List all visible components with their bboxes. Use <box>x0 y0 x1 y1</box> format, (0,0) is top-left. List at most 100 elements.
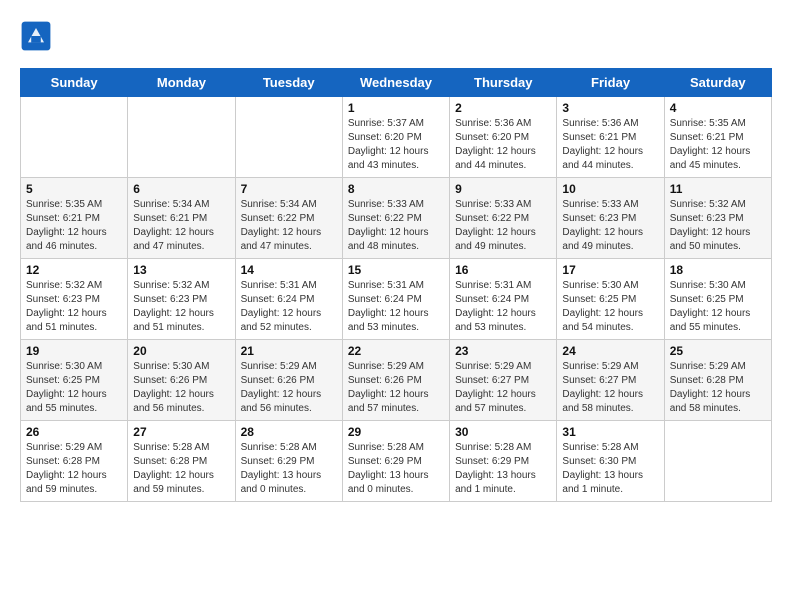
column-header-tuesday: Tuesday <box>235 69 342 97</box>
calendar-cell: 29 Sunrise: 5:28 AMSunset: 6:29 PMDayligh… <box>342 421 449 502</box>
logo <box>20 20 56 52</box>
calendar-cell: 17 Sunrise: 5:30 AMSunset: 6:25 PMDayligh… <box>557 259 664 340</box>
column-header-thursday: Thursday <box>450 69 557 97</box>
calendar-cell: 2 Sunrise: 5:36 AMSunset: 6:20 PMDaylight… <box>450 97 557 178</box>
day-info: Sunrise: 5:34 AMSunset: 6:21 PMDaylight:… <box>133 198 229 254</box>
column-header-friday: Friday <box>557 69 664 97</box>
day-info: Sunrise: 5:29 AMSunset: 6:28 PMDaylight:… <box>670 360 766 416</box>
day-number: 12 <box>26 263 122 277</box>
week-row-4: 26 Sunrise: 5:29 AMSunset: 6:28 PMDayligh… <box>21 421 772 502</box>
column-header-wednesday: Wednesday <box>342 69 449 97</box>
day-number: 22 <box>348 344 444 358</box>
day-info: Sunrise: 5:35 AMSunset: 6:21 PMDaylight:… <box>26 198 122 254</box>
week-row-3: 19Sunrise: 5:30 AMSunset: 6:25 PMDayligh… <box>21 340 772 421</box>
day-number: 9 <box>455 182 551 196</box>
day-info: Sunrise: 5:33 AMSunset: 6:22 PMDaylight:… <box>348 198 444 254</box>
calendar-cell: 30Sunrise: 5:28 AMSunset: 6:29 PMDayligh… <box>450 421 557 502</box>
day-info: Sunrise: 5:29 AMSunset: 6:27 PMDaylight:… <box>562 360 658 416</box>
logo-icon <box>20 20 52 52</box>
calendar-cell: 3 Sunrise: 5:36 AMSunset: 6:21 PMDaylight… <box>557 97 664 178</box>
day-number: 30 <box>455 425 551 439</box>
day-number: 23 <box>455 344 551 358</box>
day-number: 14 <box>241 263 337 277</box>
day-number: 28 <box>241 425 337 439</box>
day-number: 8 <box>348 182 444 196</box>
day-info: Sunrise: 5:29 AMSunset: 6:26 PMDaylight:… <box>241 360 337 416</box>
day-info: Sunrise: 5:35 AMSunset: 6:21 PMDaylight:… <box>670 117 766 173</box>
day-info: Sunrise: 5:29 AMSunset: 6:28 PMDaylight:… <box>26 441 122 497</box>
day-info: Sunrise: 5:28 AMSunset: 6:29 PMDaylight:… <box>348 441 444 497</box>
day-info: Sunrise: 5:32 AMSunset: 6:23 PMDaylight:… <box>133 279 229 335</box>
calendar-cell: 15 Sunrise: 5:31 AMSunset: 6:24 PMDayligh… <box>342 259 449 340</box>
week-row-1: 5 Sunrise: 5:35 AMSunset: 6:21 PMDaylight… <box>21 178 772 259</box>
calendar-cell: 21 Sunrise: 5:29 AMSunset: 6:26 PMDayligh… <box>235 340 342 421</box>
day-number: 3 <box>562 101 658 115</box>
day-number: 5 <box>26 182 122 196</box>
day-info: Sunrise: 5:29 AMSunset: 6:26 PMDaylight:… <box>348 360 444 416</box>
calendar-cell <box>235 97 342 178</box>
day-number: 20 <box>133 344 229 358</box>
day-number: 2 <box>455 101 551 115</box>
calendar-cell <box>128 97 235 178</box>
day-info: Sunrise: 5:36 AMSunset: 6:20 PMDaylight:… <box>455 117 551 173</box>
day-info: Sunrise: 5:28 AMSunset: 6:29 PMDaylight:… <box>241 441 337 497</box>
day-number: 31 <box>562 425 658 439</box>
day-info: Sunrise: 5:30 AMSunset: 6:26 PMDaylight:… <box>133 360 229 416</box>
calendar-cell <box>664 421 771 502</box>
day-info: Sunrise: 5:36 AMSunset: 6:21 PMDaylight:… <box>562 117 658 173</box>
day-info: Sunrise: 5:37 AMSunset: 6:20 PMDaylight:… <box>348 117 444 173</box>
day-info: Sunrise: 5:29 AMSunset: 6:27 PMDaylight:… <box>455 360 551 416</box>
day-info: Sunrise: 5:32 AMSunset: 6:23 PMDaylight:… <box>670 198 766 254</box>
calendar-cell: 28 Sunrise: 5:28 AMSunset: 6:29 PMDayligh… <box>235 421 342 502</box>
column-header-sunday: Sunday <box>21 69 128 97</box>
day-number: 21 <box>241 344 337 358</box>
day-info: Sunrise: 5:30 AMSunset: 6:25 PMDaylight:… <box>26 360 122 416</box>
day-info: Sunrise: 5:33 AMSunset: 6:23 PMDaylight:… <box>562 198 658 254</box>
calendar-cell: 24 Sunrise: 5:29 AMSunset: 6:27 PMDayligh… <box>557 340 664 421</box>
calendar-cell: 23 Sunrise: 5:29 AMSunset: 6:27 PMDayligh… <box>450 340 557 421</box>
day-info: Sunrise: 5:31 AMSunset: 6:24 PMDaylight:… <box>455 279 551 335</box>
calendar-cell: 4Sunrise: 5:35 AMSunset: 6:21 PMDaylight… <box>664 97 771 178</box>
calendar-cell: 7 Sunrise: 5:34 AMSunset: 6:22 PMDaylight… <box>235 178 342 259</box>
calendar-cell: 8 Sunrise: 5:33 AMSunset: 6:22 PMDaylight… <box>342 178 449 259</box>
day-number: 15 <box>348 263 444 277</box>
day-number: 18 <box>670 263 766 277</box>
day-number: 7 <box>241 182 337 196</box>
day-number: 16 <box>455 263 551 277</box>
day-number: 26 <box>26 425 122 439</box>
day-info: Sunrise: 5:30 AMSunset: 6:25 PMDaylight:… <box>670 279 766 335</box>
calendar-cell: 20 Sunrise: 5:30 AMSunset: 6:26 PMDayligh… <box>128 340 235 421</box>
calendar-cell: 10Sunrise: 5:33 AMSunset: 6:23 PMDayligh… <box>557 178 664 259</box>
day-number: 11 <box>670 182 766 196</box>
day-info: Sunrise: 5:34 AMSunset: 6:22 PMDaylight:… <box>241 198 337 254</box>
week-row-2: 12 Sunrise: 5:32 AMSunset: 6:23 PMDayligh… <box>21 259 772 340</box>
calendar-cell: 6 Sunrise: 5:34 AMSunset: 6:21 PMDaylight… <box>128 178 235 259</box>
calendar-cell: 12Sunrise: 5:32 AMSunset: 6:23 PMDayligh… <box>21 259 128 340</box>
day-info: Sunrise: 5:28 AMSunset: 6:28 PMDaylight:… <box>133 441 229 497</box>
day-number: 1 <box>348 101 444 115</box>
day-number: 24 <box>562 344 658 358</box>
calendar-cell: 13Sunrise: 5:32 AMSunset: 6:23 PMDayligh… <box>128 259 235 340</box>
day-info: Sunrise: 5:33 AMSunset: 6:22 PMDaylight:… <box>455 198 551 254</box>
calendar-cell: 11 Sunrise: 5:32 AMSunset: 6:23 PMDayligh… <box>664 178 771 259</box>
calendar-cell: 18 Sunrise: 5:30 AMSunset: 6:25 PMDayligh… <box>664 259 771 340</box>
page-header <box>20 20 772 52</box>
day-info: Sunrise: 5:30 AMSunset: 6:25 PMDaylight:… <box>562 279 658 335</box>
calendar-cell: 26 Sunrise: 5:29 AMSunset: 6:28 PMDayligh… <box>21 421 128 502</box>
column-header-saturday: Saturday <box>664 69 771 97</box>
day-number: 17 <box>562 263 658 277</box>
calendar-cell: 5 Sunrise: 5:35 AMSunset: 6:21 PMDaylight… <box>21 178 128 259</box>
week-row-0: 1 Sunrise: 5:37 AMSunset: 6:20 PMDaylight… <box>21 97 772 178</box>
day-info: Sunrise: 5:31 AMSunset: 6:24 PMDaylight:… <box>348 279 444 335</box>
day-number: 29 <box>348 425 444 439</box>
day-info: Sunrise: 5:28 AMSunset: 6:30 PMDaylight:… <box>562 441 658 497</box>
calendar-table: SundayMondayTuesdayWednesdayThursdayFrid… <box>20 68 772 502</box>
calendar-cell: 16 Sunrise: 5:31 AMSunset: 6:24 PMDayligh… <box>450 259 557 340</box>
calendar-cell: 9 Sunrise: 5:33 AMSunset: 6:22 PMDaylight… <box>450 178 557 259</box>
calendar-cell <box>21 97 128 178</box>
day-number: 6 <box>133 182 229 196</box>
column-header-monday: Monday <box>128 69 235 97</box>
calendar-cell: 27Sunrise: 5:28 AMSunset: 6:28 PMDayligh… <box>128 421 235 502</box>
calendar-cell: 25Sunrise: 5:29 AMSunset: 6:28 PMDayligh… <box>664 340 771 421</box>
calendar-cell: 1 Sunrise: 5:37 AMSunset: 6:20 PMDaylight… <box>342 97 449 178</box>
